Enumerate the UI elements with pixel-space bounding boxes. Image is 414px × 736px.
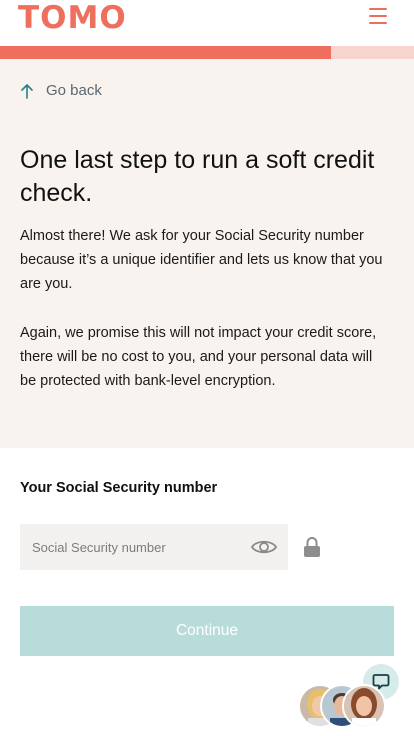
support-agents-avatars[interactable]: [298, 684, 388, 730]
go-back-link[interactable]: Go back: [20, 82, 102, 99]
progress-bar: [0, 46, 414, 59]
progress-bar-fill: [0, 46, 332, 59]
avatar: [342, 684, 386, 728]
ssn-field-label: Your Social Security number: [20, 480, 218, 496]
eye-icon[interactable]: [250, 535, 278, 559]
hamburger-menu-icon[interactable]: [369, 8, 387, 24]
intro-section: Go back One last step to run a soft cred…: [0, 59, 414, 448]
intro-paragraph: Almost there! We ask for your Social Sec…: [20, 228, 383, 292]
go-back-label: Go back: [46, 82, 102, 99]
tomo-logo[interactable]: TOMO: [18, 3, 127, 34]
arrow-up-icon: [21, 83, 33, 99]
lock-icon: [303, 536, 321, 563]
page-title: One last step to run a soft credit check…: [20, 146, 375, 207]
privacy-paragraph: Again, we promise this will not impact y…: [20, 325, 377, 389]
continue-button[interactable]: Continue: [20, 606, 394, 656]
ssn-input[interactable]: [20, 524, 245, 570]
top-header: TOMO: [0, 0, 414, 46]
ssn-field-container: [20, 524, 288, 570]
